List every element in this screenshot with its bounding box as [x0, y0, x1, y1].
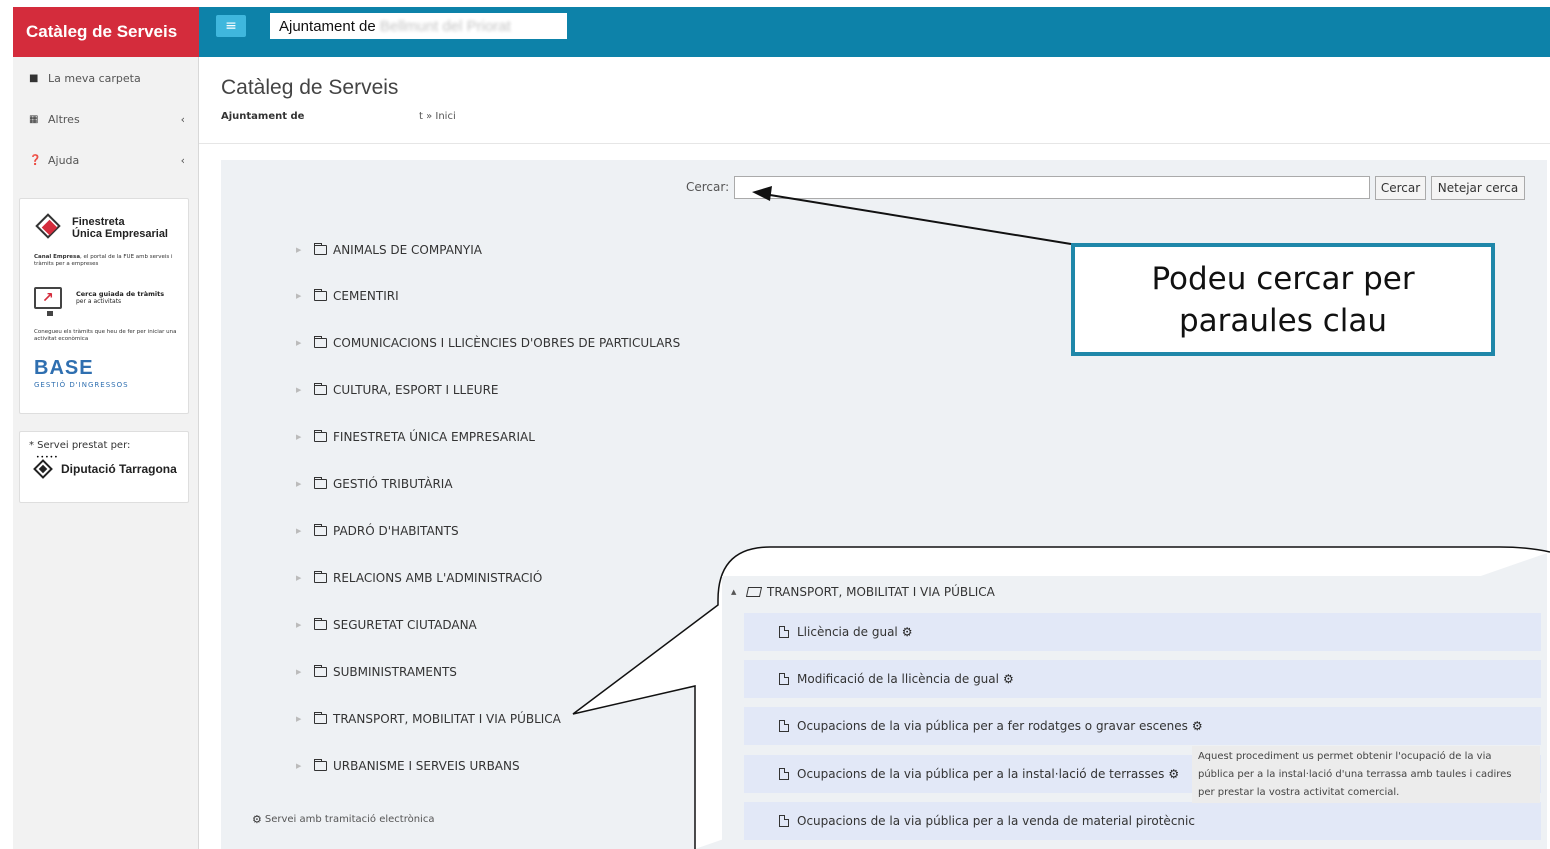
app-root: Catàleg de Serveis ■ La meva carpeta ▦ A…: [0, 0, 1550, 849]
service-label: Ocupacions de la via pública per a fer r…: [797, 719, 1188, 733]
tooltip-line: Aquest procediment us permet obtenir l'o…: [1198, 751, 1492, 762]
service-tooltip: Aquest procediment us permet obtenir l'o…: [1192, 746, 1540, 803]
service-label: Llicència de gual: [797, 625, 898, 639]
document-icon: [779, 768, 789, 780]
document-icon: [779, 673, 789, 685]
electronic-gears-icon: ⚙: [1002, 672, 1014, 686]
service-label: Ocupacions de la via pública per a la in…: [797, 767, 1165, 781]
service-label: Modificació de la llicència de gual: [797, 672, 999, 686]
service-label: Ocupacions de la via pública per a la ve…: [797, 814, 1195, 828]
service-item[interactable]: Llicència de gual ⚙: [744, 613, 1541, 651]
callout-arrow-head: [752, 186, 772, 201]
service-item[interactable]: Ocupacions de la via pública per a la ve…: [744, 802, 1541, 840]
zoom-category-header[interactable]: ▲ TRANSPORT, MOBILITAT I VIA PÚBLICA: [731, 585, 995, 599]
zoom-category-label: TRANSPORT, MOBILITAT I VIA PÚBLICA: [767, 585, 995, 599]
document-icon: [779, 626, 789, 638]
document-icon: [779, 720, 789, 732]
tooltip-line: pública per a la instal·lació d'una terr…: [1198, 769, 1512, 780]
electronic-gears-icon: ⚙: [1191, 719, 1203, 733]
document-icon: [779, 815, 789, 827]
open-folder-icon: [745, 587, 763, 597]
electronic-gears-icon: ⚙: [901, 625, 913, 639]
expanded-triangle-icon: ▲: [731, 588, 737, 596]
callout-arrow-line: [769, 194, 1072, 245]
tooltip-line: per prestar la vostra activitat comercia…: [1198, 787, 1400, 798]
electronic-gears-icon: ⚙: [1168, 767, 1180, 781]
service-item[interactable]: Modificació de la llicència de gual ⚙: [744, 660, 1541, 698]
service-item[interactable]: Ocupacions de la via pública per a fer r…: [744, 707, 1541, 745]
